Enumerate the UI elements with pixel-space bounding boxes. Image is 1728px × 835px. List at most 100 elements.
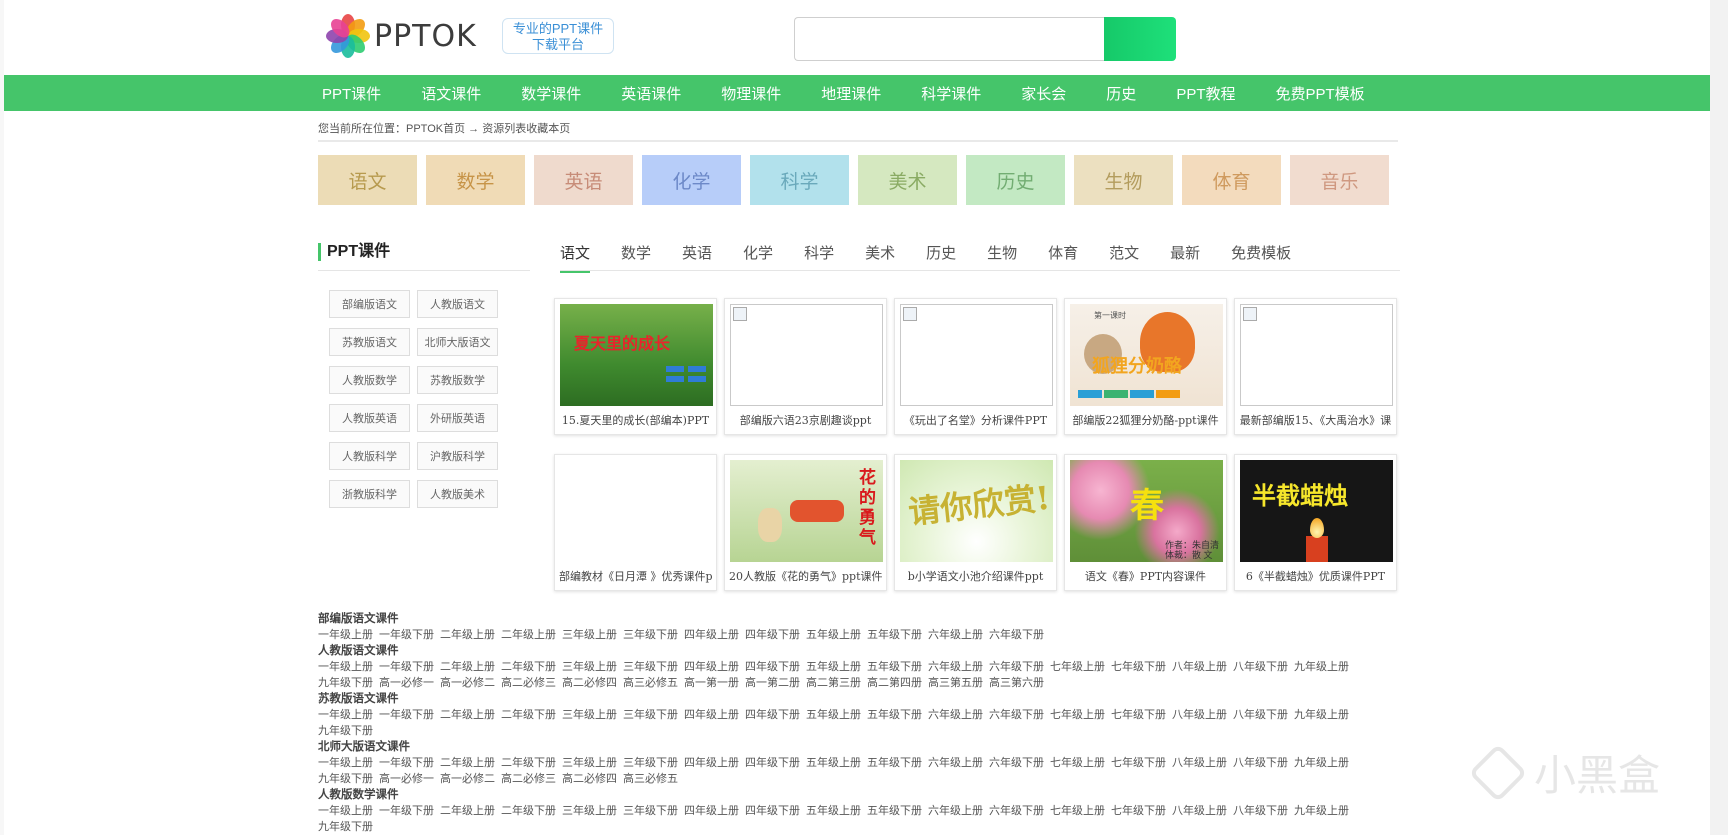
subject-tile[interactable]: 科学 <box>750 155 849 205</box>
grade-link[interactable]: 二年级上册 <box>440 709 495 721</box>
sidebar-category-button[interactable]: 人教版语文 <box>417 290 498 318</box>
grade-link[interactable]: 一年级下册 <box>379 661 434 673</box>
tab-item[interactable]: 美术 <box>865 242 895 273</box>
broken-image-icon[interactable] <box>900 304 1053 406</box>
grade-link[interactable]: 九年级下册 <box>318 677 373 689</box>
grade-link[interactable]: 三年级上册 <box>562 709 617 721</box>
site-logo[interactable]: PPTOK <box>324 12 477 60</box>
grade-link[interactable]: 高二必修三 <box>501 773 556 785</box>
tab-item[interactable]: 数学 <box>621 242 651 273</box>
card-thumbnail[interactable] <box>560 460 713 562</box>
tab-item[interactable]: 科学 <box>804 242 834 273</box>
nav-item[interactable]: PPT课件 <box>322 83 381 104</box>
tab-item[interactable]: 化学 <box>743 242 773 273</box>
grade-link[interactable]: 六年级下册 <box>989 805 1044 817</box>
grade-link[interactable]: 六年级上册 <box>928 629 983 641</box>
grade-link[interactable]: 九年级上册 <box>1294 709 1349 721</box>
sidebar-category-button[interactable]: 人教版美术 <box>417 480 498 508</box>
grade-link[interactable]: 七年级下册 <box>1111 661 1166 673</box>
grade-link[interactable]: 高二必修四 <box>562 677 617 689</box>
subject-tile[interactable]: 英语 <box>534 155 633 205</box>
grade-link[interactable]: 八年级下册 <box>1233 805 1288 817</box>
grade-link[interactable]: 七年级上册 <box>1050 709 1105 721</box>
sidebar-category-button[interactable]: 外研版英语 <box>417 404 498 432</box>
grade-link[interactable]: 四年级下册 <box>745 629 800 641</box>
grade-link[interactable]: 八年级上册 <box>1172 757 1227 769</box>
courseware-card[interactable]: 最新部编版15、《大禹治水》课 <box>1234 298 1397 435</box>
tab-item[interactable]: 体育 <box>1048 242 1078 273</box>
grade-link[interactable]: 高一第一册 <box>684 677 739 689</box>
grade-link[interactable]: 二年级上册 <box>440 805 495 817</box>
grade-link[interactable]: 一年级下册 <box>379 629 434 641</box>
grade-link[interactable]: 八年级上册 <box>1172 661 1227 673</box>
nav-item[interactable]: 英语课件 <box>621 83 681 104</box>
nav-item[interactable]: 科学课件 <box>921 83 981 104</box>
grade-link[interactable]: 二年级上册 <box>440 629 495 641</box>
grade-link[interactable]: 二年级上册 <box>440 661 495 673</box>
tab-item[interactable]: 最新 <box>1170 242 1200 273</box>
grade-link[interactable]: 三年级下册 <box>623 805 678 817</box>
sidebar-category-button[interactable]: 人教版数学 <box>329 366 410 394</box>
courseware-card[interactable]: 半截蜡烛 6《半截蜡烛》优质课件PPT <box>1234 454 1397 591</box>
sidebar-category-button[interactable]: 浙教版科学 <box>329 480 410 508</box>
grade-link[interactable]: 二年级上册 <box>501 629 556 641</box>
grade-link[interactable]: 五年级上册 <box>806 629 861 641</box>
grade-link[interactable]: 二年级下册 <box>501 709 556 721</box>
tab-item[interactable]: 范文 <box>1109 242 1139 273</box>
sidebar-category-button[interactable]: 部编版语文 <box>329 290 410 318</box>
grade-link[interactable]: 五年级下册 <box>867 629 922 641</box>
courseware-card[interactable]: 《玩出了名堂》分析课件PPT <box>894 298 1057 435</box>
courseware-card[interactable]: 夏天里的成长 15.夏天里的成长(部编本)PPT <box>554 298 717 435</box>
grade-link[interactable]: 高二必修三 <box>501 677 556 689</box>
card-thumbnail[interactable]: 半截蜡烛 <box>1240 460 1393 562</box>
breadcrumb[interactable]: 您当前所在位置：PPTOK首页 → 资源列表收藏本页 <box>318 120 575 136</box>
sidebar-category-button[interactable]: 人教版英语 <box>329 404 410 432</box>
grade-link[interactable]: 七年级上册 <box>1050 757 1105 769</box>
grade-link[interactable]: 三年级下册 <box>623 661 678 673</box>
grade-link[interactable]: 八年级上册 <box>1172 805 1227 817</box>
tab-item[interactable]: 英语 <box>682 242 712 273</box>
card-thumbnail[interactable]: 夏天里的成长 <box>560 304 713 406</box>
card-title[interactable]: 最新部编版15、《大禹治水》课 <box>1239 412 1392 428</box>
grade-link[interactable]: 二年级上册 <box>440 757 495 769</box>
grade-link[interactable]: 四年级下册 <box>745 709 800 721</box>
card-title[interactable]: 部编版六语23京剧趣谈ppt <box>729 412 882 428</box>
nav-item[interactable]: 家长会 <box>1021 83 1066 104</box>
card-thumbnail[interactable]: 第一课时 狐狸分奶酪 <box>1070 304 1223 406</box>
grade-link[interactable]: 四年级下册 <box>745 805 800 817</box>
grade-link[interactable]: 六年级下册 <box>989 757 1044 769</box>
courseware-card[interactable]: 花的勇气 20人教版《花的勇气》ppt课件 <box>724 454 887 591</box>
grade-link[interactable]: 三年级上册 <box>562 805 617 817</box>
courseware-card[interactable]: 第一课时 狐狸分奶酪部编版22狐狸分奶酪-ppt课件 <box>1064 298 1227 435</box>
grade-link[interactable]: 九年级下册 <box>318 773 373 785</box>
grade-link[interactable]: 四年级下册 <box>745 757 800 769</box>
grade-link[interactable]: 二年级下册 <box>501 805 556 817</box>
subject-tile[interactable]: 数学 <box>426 155 525 205</box>
courseware-card[interactable]: 请你欣赏! b小学语文小池介绍课件ppt <box>894 454 1057 591</box>
grade-link[interactable]: 六年级上册 <box>928 709 983 721</box>
grade-link[interactable]: 五年级下册 <box>867 757 922 769</box>
subject-tile[interactable]: 生物 <box>1074 155 1173 205</box>
grade-link[interactable]: 高一必修一 <box>379 677 434 689</box>
card-title[interactable]: 部编版22狐狸分奶酪-ppt课件 <box>1069 412 1222 428</box>
tab-item[interactable]: 语文 <box>560 242 591 273</box>
grade-link[interactable]: 三年级下册 <box>623 757 678 769</box>
tab-item[interactable]: 生物 <box>987 242 1017 273</box>
subject-tile[interactable]: 历史 <box>966 155 1065 205</box>
card-title[interactable]: b小学语文小池介绍课件ppt <box>899 568 1052 584</box>
nav-item[interactable]: 数学课件 <box>521 83 581 104</box>
grade-link[interactable]: 五年级下册 <box>867 661 922 673</box>
tab-item[interactable]: 历史 <box>926 242 956 273</box>
broken-image-icon[interactable] <box>1240 304 1393 406</box>
grade-link[interactable]: 七年级下册 <box>1111 709 1166 721</box>
grade-link[interactable]: 四年级下册 <box>745 661 800 673</box>
grade-link[interactable]: 四年级上册 <box>684 757 739 769</box>
grade-link[interactable]: 三年级上册 <box>562 661 617 673</box>
nav-item[interactable]: 地理课件 <box>821 83 881 104</box>
grade-link[interactable]: 一年级上册 <box>318 629 373 641</box>
subject-tile[interactable]: 美术 <box>858 155 957 205</box>
grade-link[interactable]: 六年级下册 <box>989 661 1044 673</box>
search-input[interactable] <box>794 17 1104 61</box>
grade-link[interactable]: 二年级下册 <box>501 661 556 673</box>
sidebar-category-button[interactable]: 沪教版科学 <box>417 442 498 470</box>
